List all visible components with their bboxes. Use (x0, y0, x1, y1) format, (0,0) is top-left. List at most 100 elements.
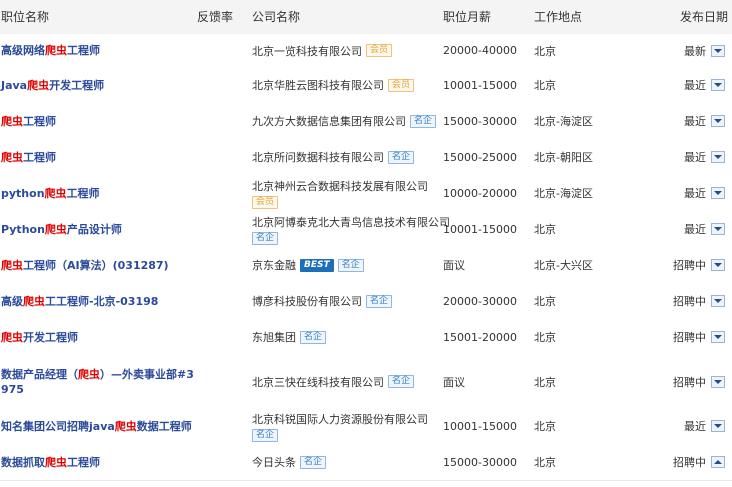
company-name-link[interactable]: 北京一览科技有限公司 (252, 43, 362, 59)
job-title-cell: Java爬虫开发工程师 (1, 67, 197, 103)
member-badge: 会员 (252, 195, 279, 209)
toggle-cell (711, 283, 727, 319)
keyword-highlight: 爬虫 (45, 455, 67, 469)
expand-button[interactable] (711, 295, 725, 307)
date-cell: 招聘中 (673, 295, 706, 308)
company-name-link[interactable]: 京东金融 (252, 257, 296, 273)
keyword-highlight: 爬虫 (114, 419, 137, 433)
company-name-link[interactable]: 今日头条 (252, 454, 296, 470)
job-title-link[interactable]: 爬虫工程师 (1, 150, 56, 165)
job-title-link[interactable]: python爬虫工程师 (1, 186, 100, 201)
toggle-cell (711, 175, 727, 211)
company-line: 九次方大数据信息集团有限公司 名企 (252, 113, 437, 129)
company-cell: 东旭集团 名企 (252, 319, 442, 355)
company-name-link[interactable]: 博彦科技股份有限公司 (252, 293, 362, 309)
toggle-cell (711, 355, 727, 408)
keyword-highlight: 爬虫 (23, 294, 45, 308)
job-title-text: 数据产品经理（ (1, 367, 78, 381)
location-cell: 北京 (534, 420, 556, 433)
job-title-link[interactable]: Java爬虫开发工程师 (1, 78, 104, 93)
expand-button[interactable] (711, 259, 725, 271)
expand-button[interactable] (711, 223, 725, 235)
company-name-link[interactable]: 北京神州云合数据科技发展有限公司 (252, 178, 428, 194)
job-title-text: python (1, 186, 45, 200)
company-block: 北京一览科技有限公司 会员 (252, 43, 393, 59)
location-cell: 北京 (534, 223, 556, 236)
job-title-link[interactable]: 数据产品经理（爬虫）—外卖事业部#3975 (1, 367, 197, 397)
company-name-link[interactable]: 九次方大数据信息集团有限公司 (252, 113, 406, 129)
date-cell: 最近 (684, 79, 706, 92)
salary-cell: 20000-40000 (443, 44, 517, 57)
job-title-cell: 数据抓取爬虫工程师 (1, 444, 197, 480)
date-cell: 招聘中 (673, 456, 706, 469)
salary-cell: 20000-30000 (443, 294, 517, 308)
job-title-cell: 高级爬虫工工程师-北京-03198 (1, 283, 197, 319)
company-block: 博彦科技股份有限公司 名企 (252, 293, 393, 309)
job-title-cell: 数据产品经理（爬虫）—外卖事业部#3975 (1, 355, 197, 408)
salary-cell: 面议 (443, 375, 465, 389)
caret-down-icon (714, 155, 722, 159)
job-title-text: 高级 (1, 294, 23, 308)
location-cell: 北京 (534, 44, 556, 58)
job-title-link[interactable]: 爬虫工程师 (1, 114, 56, 129)
expand-button[interactable] (711, 115, 725, 127)
company-name-link[interactable]: 北京阿博泰克北大青鸟信息技术有限公司 (252, 214, 450, 230)
job-title-link[interactable]: 爬虫开发工程师 (1, 330, 78, 345)
expand-button[interactable] (711, 187, 725, 199)
expand-button[interactable] (711, 79, 725, 91)
caret-down-icon (714, 424, 722, 428)
job-title-link[interactable]: 知名集团公司招聘java爬虫数据工程师 (1, 419, 192, 434)
company-name-link[interactable]: 东旭集团 (252, 329, 296, 345)
job-title-text: 产品设计师 (66, 222, 122, 236)
company-badge-line: 会员 (252, 195, 428, 209)
salary-cell: 10000-20000 (443, 186, 517, 200)
job-title-cell: 爬虫工程师 (1, 139, 197, 175)
date-cell: 最近 (684, 187, 706, 200)
header-title: 职位名称 (1, 10, 50, 24)
salary-cell: 15001-20000 (443, 330, 517, 344)
date-cell: 最近 (684, 151, 706, 164)
expand-button[interactable] (711, 420, 725, 432)
company-badge-line: 名企 (252, 428, 428, 442)
table-row: 高级网络爬虫工程师 北京一览科技有限公司 会员 20000-40000 北京 最新 (0, 34, 732, 68)
job-title-link[interactable]: 爬虫工程师（AI算法）(031287) (1, 258, 169, 273)
keyword-highlight: 爬虫 (44, 222, 67, 236)
job-title-text: 开发工程师 (23, 330, 78, 344)
company-block: 北京阿博泰克北大青鸟信息技术有限公司 名企 (252, 214, 450, 245)
expand-button[interactable] (711, 375, 725, 388)
header-date: 发布日期 (680, 10, 729, 24)
company-line: 京东金融 BEST 名企 (252, 257, 364, 273)
famous-badge: 名企 (337, 258, 364, 272)
company-block: 北京华胜云图科技有限公司 会员 (252, 77, 415, 93)
expand-button[interactable] (711, 44, 725, 57)
famous-badge: 名企 (300, 455, 327, 469)
job-title-text: 工程师 (67, 455, 100, 469)
company-name-link[interactable]: 北京三快在线科技有限公司 (252, 374, 384, 390)
salary-cell: 10001-15000 (443, 419, 517, 433)
company-name-link[interactable]: 北京科锐国际人力资源股份有限公司 (252, 411, 428, 427)
job-title-link[interactable]: 高级网络爬虫工程师 (1, 43, 100, 58)
famous-badge: 名企 (388, 150, 415, 164)
keyword-highlight: 爬虫 (1, 114, 23, 128)
company-block: 北京科锐国际人力资源股份有限公司 名企 (252, 411, 428, 442)
job-title-cell: 爬虫工程师 (1, 103, 197, 139)
company-cell: 今日头条 名企 (252, 444, 442, 480)
member-badge: 会员 (388, 78, 415, 92)
expand-button[interactable] (711, 331, 725, 343)
table-row: 数据产品经理（爬虫）—外卖事业部#3975 北京三快在线科技有限公司 名企 面议 北京 招… (0, 355, 732, 409)
date-cell: 招聘中 (673, 259, 706, 272)
expand-button[interactable] (711, 151, 725, 163)
job-title-text: 工程师 (23, 114, 56, 128)
company-name-link[interactable]: 北京华胜云图科技有限公司 (252, 77, 384, 93)
job-title-text: 工工程师-北京-03198 (45, 294, 159, 308)
company-name-link[interactable]: 北京所问数据科技有限公司 (252, 149, 384, 165)
collapse-button[interactable] (711, 456, 725, 468)
company-line: 东旭集团 名企 (252, 329, 327, 345)
job-title-cell: 高级网络爬虫工程师 (1, 34, 197, 67)
toggle-cell (711, 319, 727, 355)
job-title-link[interactable]: 高级爬虫工工程师-北京-03198 (1, 294, 158, 309)
keyword-highlight: 爬虫 (1, 258, 23, 272)
company-block: 北京所问数据科技有限公司 名企 (252, 149, 415, 165)
job-title-link[interactable]: Python爬虫产品设计师 (1, 222, 122, 237)
job-title-link[interactable]: 数据抓取爬虫工程师 (1, 455, 100, 470)
